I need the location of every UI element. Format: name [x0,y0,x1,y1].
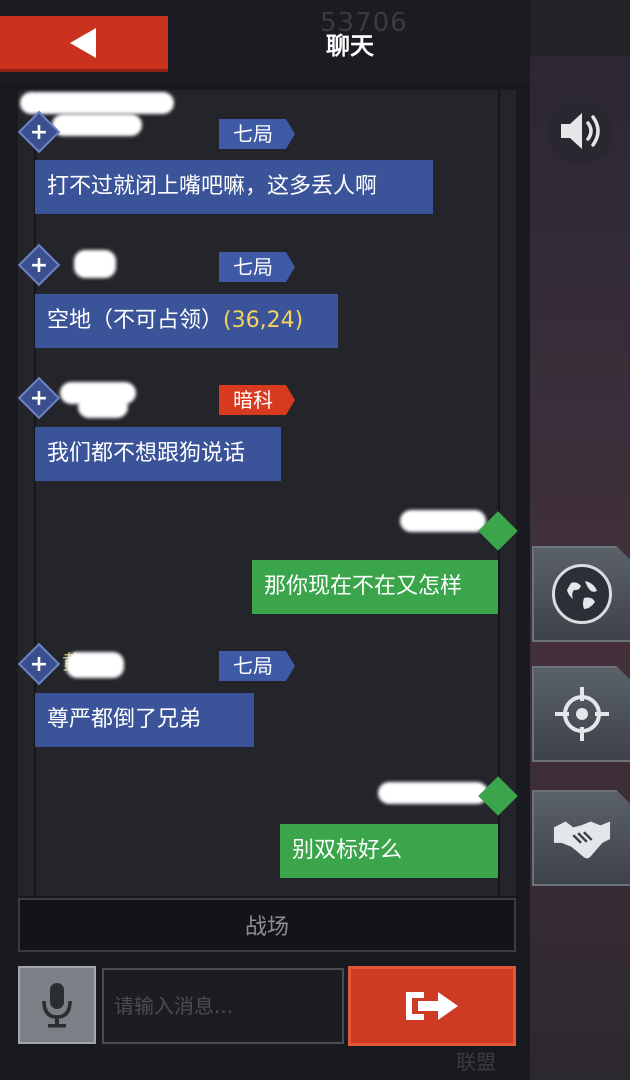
chat-header: 53706 聊天 [0,0,530,84]
add-friend-icon[interactable]: + [17,376,61,420]
alliance-tag: 七局 [219,651,295,681]
self-marker-icon [478,776,518,816]
sound-icon [561,113,600,149]
redacted-sender-name [78,396,128,418]
message-list[interactable]: + 七局 打不过就闭上嘴吧嘛，这多丢人啊 + 七局 空地（不可占领）(36,24… [17,90,518,896]
crosshair-icon [552,684,612,744]
message-bubble: 那你现在不在又怎样 [252,560,498,614]
alliance-tag: 暗科 [219,385,295,415]
back-arrow-icon [70,27,96,58]
microphone-icon [42,983,72,1028]
redacted-sender-name [74,250,116,278]
alliance-button[interactable] [532,790,630,886]
message-input[interactable] [102,968,344,1044]
alliance-tag: 七局 [219,252,295,282]
alliance-tag: 七局 [219,119,295,149]
voice-button[interactable] [18,966,96,1044]
globe-icon [552,564,612,624]
locate-button[interactable] [532,666,630,762]
sound-button[interactable] [548,98,614,164]
message-bubble: 打不过就闭上嘴吧嘛，这多丢人啊 [35,160,433,214]
channel-selector[interactable]: 战场 [18,898,516,952]
world-map-button[interactable] [532,546,630,642]
send-arrow-icon [406,992,458,1020]
message-bubble: 别双标好么 [280,824,498,878]
coordinate-link[interactable]: (36,24) [223,308,303,333]
send-button[interactable] [348,966,516,1046]
redacted-sender-name [378,782,488,804]
add-friend-icon[interactable]: + [17,642,61,686]
message-text: 空地（不可占领） [47,308,224,333]
page-title: 聊天 [326,32,374,60]
message-bubble[interactable]: 空地（不可占领）(36,24) [35,294,338,348]
input-row [0,966,530,1046]
chat-panel: 53706 聊天 + 七局 打不过就闭上嘴吧嘛，这多丢人啊 + 七局 空地（不可… [0,0,530,1080]
handshake-icon [552,808,612,868]
redacted-sender-name [400,510,486,532]
add-friend-icon[interactable]: + [17,243,61,287]
redacted-sender-name [20,92,174,114]
redacted-sender-name [52,114,142,136]
alliance-tab-ghost: 联盟 [456,1050,496,1074]
game-top-strip [530,0,630,56]
message-bubble: 尊严都倒了兄弟 [35,693,254,747]
redacted-sender-name [66,652,124,678]
message-bubble: 我们都不想跟狗说话 [35,427,281,481]
back-button[interactable] [0,16,168,72]
